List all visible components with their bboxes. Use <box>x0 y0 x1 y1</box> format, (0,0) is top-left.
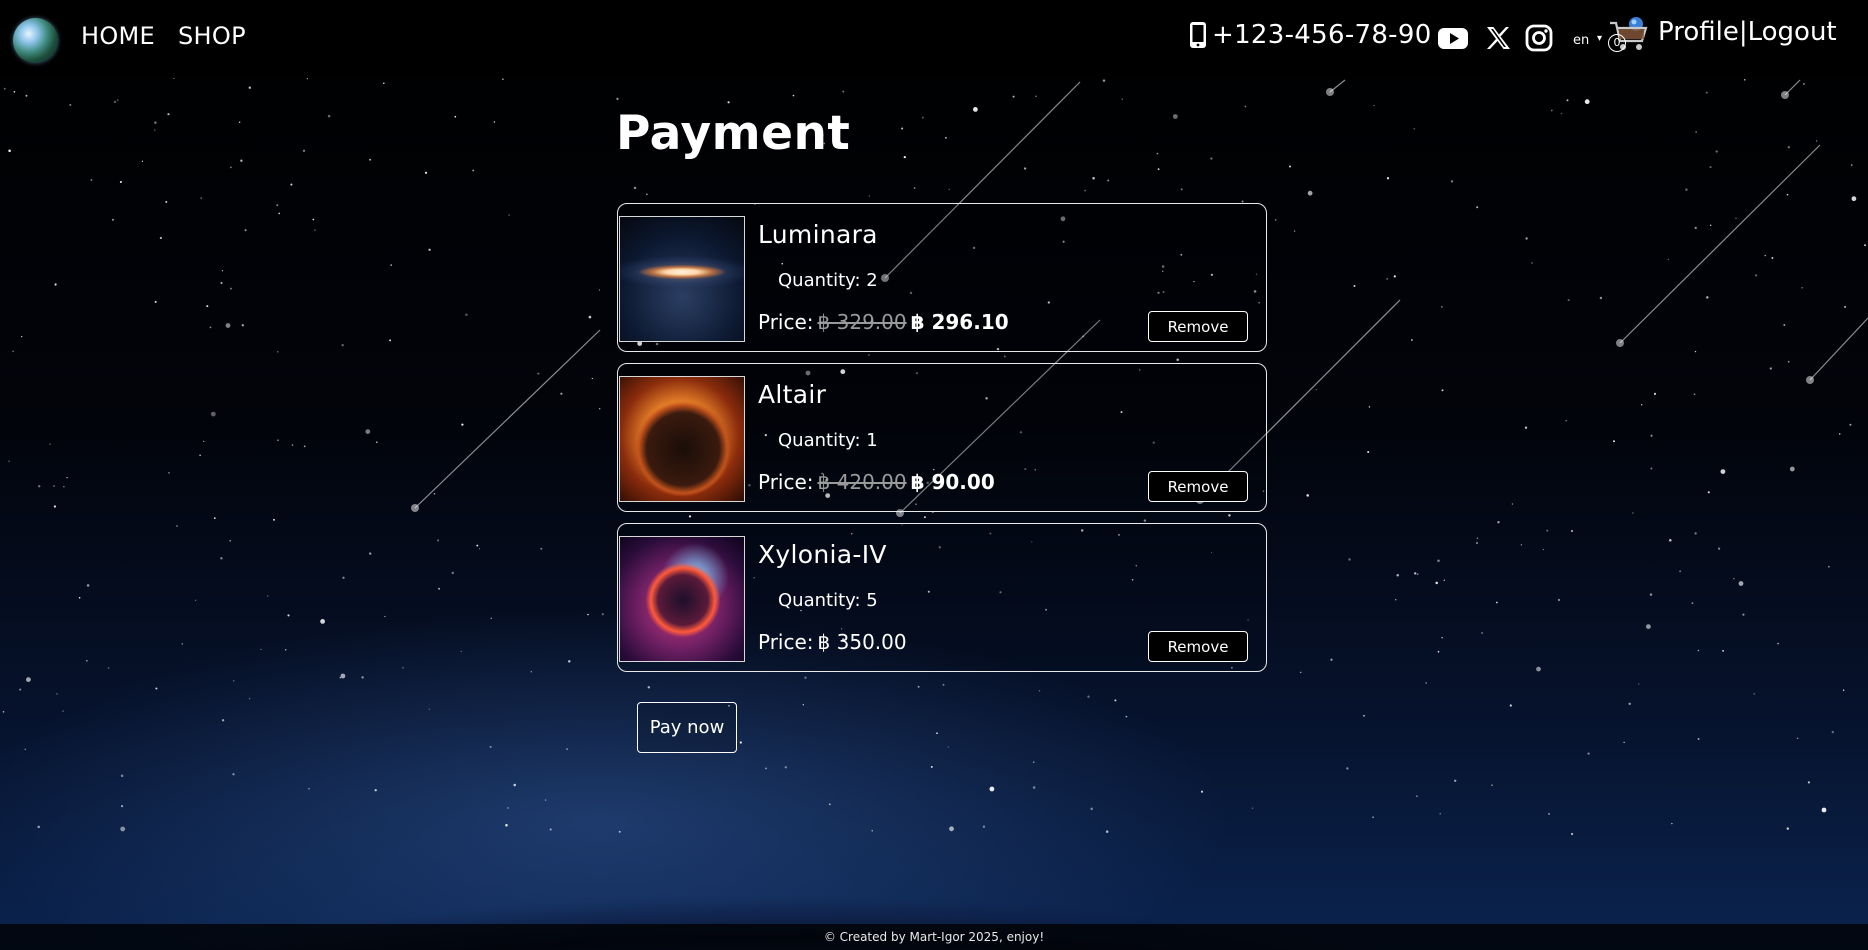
cart-count-badge: 0 <box>1608 34 1626 52</box>
language-selector[interactable]: en <box>1573 33 1589 48</box>
product-image-xylonia <box>619 536 745 662</box>
earth-logo-icon[interactable] <box>13 18 58 63</box>
youtube-icon[interactable] <box>1437 22 1469 54</box>
product-name: Altair <box>758 380 827 409</box>
page-title: Payment <box>616 106 851 161</box>
price-label: Price: <box>758 310 814 334</box>
product-image-luminara <box>619 216 745 342</box>
discounted-price: ฿ 296.10 <box>910 310 1009 334</box>
discounted-price: ฿ 90.00 <box>910 470 995 494</box>
product-image-altair <box>619 376 745 502</box>
top-navbar: HOME SHOP +123-456-78-90 en ▾ 0 Profile|… <box>0 0 1868 78</box>
remove-button[interactable]: Remove <box>1148 471 1248 502</box>
remove-button[interactable]: Remove <box>1148 631 1248 662</box>
footer: © Created by Mart-Igor 2025, enjoy! <box>0 924 1868 950</box>
phone-icon <box>1190 22 1206 48</box>
logout-link[interactable]: Logout <box>1748 17 1837 47</box>
auth-separator: | <box>1738 17 1748 47</box>
product-price: Price: ฿ 420.00 ฿ 90.00 <box>758 470 995 494</box>
cart-item-card: Altair Quantity: 1 Price: ฿ 420.00 ฿ 90.00… <box>617 363 1267 512</box>
cart-item-card: Xylonia-IV Quantity: 5 Price: ฿ 350.00 Re… <box>617 523 1267 672</box>
product-quantity: Quantity: 1 <box>778 430 878 451</box>
profile-link[interactable]: Profile <box>1658 17 1739 47</box>
cart-item-card: Luminara Quantity: 2 Price: ฿ 329.00 ฿ 296… <box>617 203 1267 352</box>
old-price: ฿ 329.00 <box>817 310 907 334</box>
remove-button[interactable]: Remove <box>1148 311 1248 342</box>
product-name: Xylonia-IV <box>758 540 887 569</box>
nav-shop-link[interactable]: SHOP <box>178 22 246 50</box>
auth-links: Profile|Logout <box>1658 17 1837 47</box>
price-label: Price: <box>758 470 814 494</box>
pay-now-button[interactable]: Pay now <box>637 702 737 753</box>
price-value: ฿ 350.00 <box>817 630 907 654</box>
product-quantity: Quantity: 5 <box>778 590 878 611</box>
product-quantity: Quantity: 2 <box>778 270 878 291</box>
nav-home-link[interactable]: HOME <box>81 22 155 50</box>
product-price: Price: ฿ 350.00 <box>758 630 907 654</box>
phone-contact[interactable]: +123-456-78-90 <box>1187 20 1432 50</box>
price-label: Price: <box>758 630 814 654</box>
x-icon[interactable] <box>1482 22 1514 54</box>
phone-number: +123-456-78-90 <box>1212 20 1432 50</box>
product-name: Luminara <box>758 220 878 249</box>
instagram-icon[interactable] <box>1523 22 1555 54</box>
product-price: Price: ฿ 329.00 ฿ 296.10 <box>758 310 1009 334</box>
old-price: ฿ 420.00 <box>817 470 907 494</box>
chevron-down-icon: ▾ <box>1597 33 1603 44</box>
